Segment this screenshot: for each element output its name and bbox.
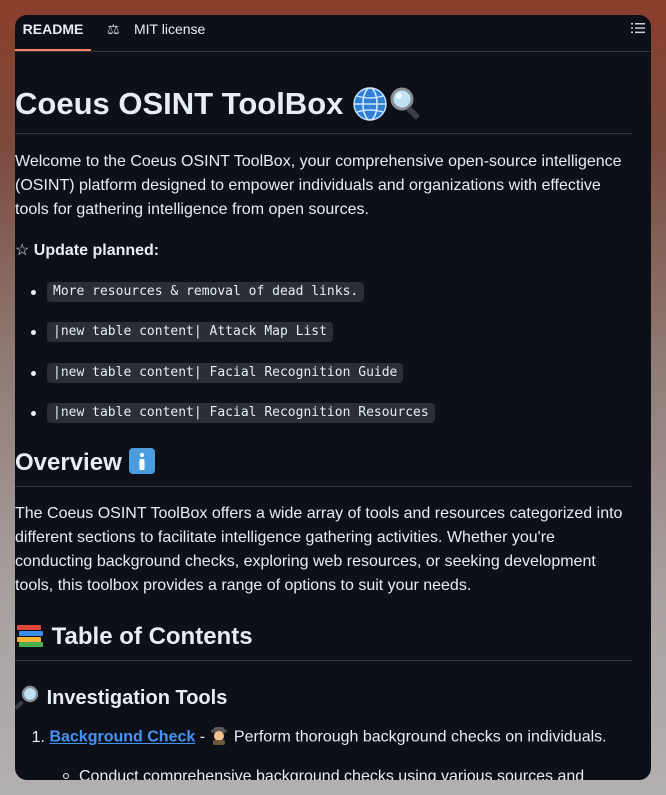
info-icon bbox=[128, 447, 156, 480]
star-icon: ☆ bbox=[15, 242, 30, 259]
update-item-code: |new table content| Attack Map List bbox=[47, 322, 333, 342]
background-check-description: Perform thorough background checks on in… bbox=[229, 728, 607, 746]
bullet-dot bbox=[31, 290, 36, 295]
books-icon bbox=[15, 622, 45, 654]
update-planned-heading: ☆ Update planned: bbox=[15, 240, 159, 260]
update-planned-label: Update planned: bbox=[33, 242, 160, 259]
toc-heading-text: Table of Contents bbox=[51, 623, 253, 650]
globe-icon bbox=[352, 86, 388, 126]
toc-heading: Table of Contents bbox=[15, 621, 632, 654]
page-title-text: Coeus OSINT ToolBox bbox=[15, 86, 344, 121]
update-item-code: More resources & removal of dead links. bbox=[47, 282, 365, 302]
bullet-circle bbox=[63, 773, 69, 779]
overview-heading: Overview bbox=[15, 447, 632, 480]
tab-mit-license[interactable]: ⚖ MIT license bbox=[107, 15, 205, 51]
background-check-link[interactable]: Background Check bbox=[49, 729, 195, 746]
toc-divider bbox=[15, 660, 632, 661]
page-title: Coeus OSINT ToolBox bbox=[15, 84, 632, 126]
detective-icon bbox=[209, 725, 229, 750]
magnifier-icon bbox=[388, 85, 426, 126]
list-item: 1. Background Check - Perform thorough b… bbox=[15, 725, 607, 750]
scale-icon: ⚖ bbox=[107, 21, 120, 37]
intro-paragraph: Welcome to the Coeus OSINT ToolBox, your… bbox=[15, 153, 622, 218]
update-item-code: |new table content| Facial Recognition G… bbox=[47, 363, 404, 383]
investigation-heading: Investigation Tools bbox=[15, 684, 227, 713]
bullet-dot bbox=[31, 371, 36, 376]
list-number: 1. bbox=[31, 728, 45, 746]
bullet-dot bbox=[31, 330, 36, 335]
list-outline-icon[interactable] bbox=[631, 21, 645, 35]
overview-paragraph: The Coeus OSINT ToolBox offers a wide ar… bbox=[15, 505, 623, 594]
overview-divider bbox=[15, 486, 632, 487]
update-item-code: |new table content| Facial Recognition R… bbox=[47, 403, 435, 423]
tab-readme-label: README bbox=[22, 21, 84, 37]
bullet-dot bbox=[31, 411, 36, 416]
sub-list-item: Conduct comprehensive background checks … bbox=[63, 765, 584, 780]
magnifier-left-icon bbox=[15, 684, 41, 713]
tab-readme[interactable]: README bbox=[15, 15, 91, 51]
separator: - bbox=[195, 728, 210, 746]
investigation-heading-text: Investigation Tools bbox=[46, 686, 228, 709]
tab-license-label: MIT license bbox=[134, 21, 206, 37]
readme-tabbar: README ⚖ MIT license bbox=[15, 15, 651, 52]
sub-item-text: Conduct comprehensive background checks … bbox=[79, 768, 585, 780]
readme-window: README ⚖ MIT license Coeus OSINT ToolBox bbox=[15, 15, 651, 780]
overview-heading-text: Overview bbox=[15, 449, 122, 476]
title-divider bbox=[15, 133, 632, 134]
